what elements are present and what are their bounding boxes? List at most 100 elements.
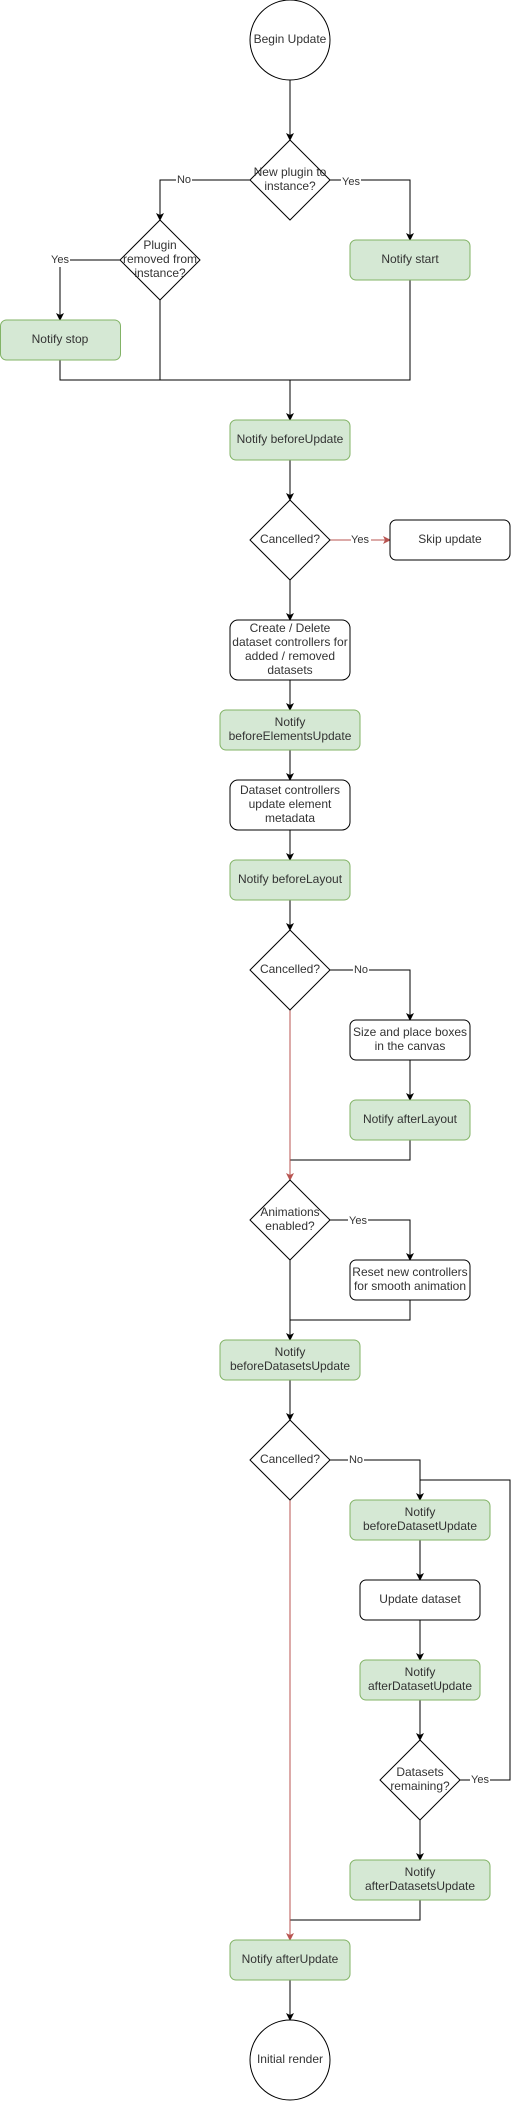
svg-text:Notify start: Notify start: [381, 252, 439, 266]
node-label-line: Notify afterLayout: [363, 1112, 458, 1126]
node-label-line: removed from: [123, 252, 197, 266]
node-size-place-boxes[interactable]: Size and place boxes in the canvas: [349, 1019, 471, 1061]
svg-text:Reset new controllersfor smoot: Reset new controllers for smooth animatio…: [352, 1265, 467, 1293]
node-label-line: Initial render: [257, 2052, 323, 2066]
edge-after-layout-merge: [290, 1140, 411, 1161]
node-label-line: datasets: [267, 663, 312, 677]
node-label-line: Dataset controllers: [240, 783, 340, 797]
node-notify-start[interactable]: Notify start: [349, 239, 471, 281]
node-label-line: Notify start: [381, 252, 439, 266]
node-label-line: remaining?: [390, 1779, 450, 1793]
svg-text:Notify stop: Notify stop: [32, 332, 89, 346]
node-label-line: Notify beforeUpdate: [237, 432, 344, 446]
node-dataset-controllers-update[interactable]: Dataset controllers update element metadat…: [229, 779, 351, 831]
node-notify-before-update[interactable]: Notify beforeUpdate: [229, 419, 351, 461]
node-label-line: Notify: [405, 1505, 436, 1519]
node-label-line: Notify stop: [32, 332, 89, 346]
node-label-line: beforeDatasetsUpdate: [230, 1359, 350, 1373]
node-label-line: enabled?: [265, 1219, 315, 1233]
decision-datasets-remaining[interactable]: Datasets remaining?: [379, 1739, 461, 1821]
nodes: Begin Update New plugin to instance? Plug…: [0, 0, 511, 2101]
node-notify-before-dataset-update[interactable]: Notify beforeDatasetUpdate: [349, 1499, 491, 1541]
node-label-line: Notify afterUpdate: [242, 1952, 339, 1966]
decision-cancelled-3[interactable]: Cancelled?: [249, 1419, 331, 1501]
edge-new-plugin-no: [156, 179, 250, 221]
edge-animations-yes: [330, 1219, 414, 1261]
svg-text:Initial render: Initial render: [257, 2052, 323, 2066]
edge-reset-merge: [290, 1300, 411, 1321]
node-label-line: Notify: [275, 1345, 306, 1359]
svg-text:Update dataset: Update dataset: [379, 1592, 461, 1606]
node-label-line: in the canvas: [375, 1039, 446, 1053]
edge-label-new-plugin-yes: Yes: [342, 176, 360, 188]
node-initial-render[interactable]: Initial render: [249, 2019, 331, 2101]
node-label-line: Cancelled?: [260, 532, 320, 546]
node-create-delete-controllers[interactable]: Create / Delete dataset controllers for ad…: [229, 619, 351, 681]
decision-cancelled-2[interactable]: Cancelled?: [249, 929, 331, 1011]
node-label-line: Notify: [275, 715, 306, 729]
node-notify-before-elements-update[interactable]: Notify beforeElementsUpdate: [219, 709, 361, 751]
node-label-line: Animations: [260, 1205, 319, 1219]
node-notify-after-datasets-update[interactable]: Notify afterDatasetsUpdate: [349, 1859, 491, 1901]
node-label-line: Notify: [405, 1865, 436, 1879]
node-notify-before-datasets-update[interactable]: Notify beforeDatasetsUpdate: [219, 1339, 361, 1381]
edge-label-cancelled-2-no: No: [354, 964, 368, 976]
node-label-line: Notify beforeLayout: [238, 872, 343, 886]
node-label-line: metadata: [265, 811, 315, 825]
svg-text:Cancelled?: Cancelled?: [260, 532, 320, 546]
edge-label-plugin-removed-yes: Yes: [51, 254, 69, 266]
decision-cancelled-1[interactable]: Cancelled?: [249, 499, 331, 581]
node-label-line: New plugin to: [254, 165, 327, 179]
node-notify-after-update[interactable]: Notify afterUpdate: [229, 1939, 351, 1981]
node-notify-stop[interactable]: Notify stop: [0, 319, 121, 361]
node-label-line: update element: [249, 797, 332, 811]
flowchart: No Yes Yes Yes No Yes No Yes Begin Updat…: [0, 0, 511, 2101]
decision-plugin-removed[interactable]: Plugin removed from instance?: [119, 219, 201, 301]
node-label-line: Datasets: [396, 1765, 443, 1779]
node-label-line: afterDatasetUpdate: [368, 1679, 472, 1693]
node-skip-update[interactable]: Skip update: [389, 519, 511, 561]
svg-text:Begin Update: Begin Update: [254, 32, 327, 46]
svg-text:Notify afterUpdate: Notify afterUpdate: [242, 1952, 339, 1966]
node-label-line: beforeElementsUpdate: [229, 729, 352, 743]
node-notify-after-layout[interactable]: Notify afterLayout: [349, 1099, 471, 1141]
node-label-line: Begin Update: [254, 32, 327, 46]
edge-label-cancelled-3-no: No: [349, 1454, 363, 1466]
svg-text:Notify beforeLayout: Notify beforeLayout: [238, 872, 343, 886]
node-label-line: afterDatasetsUpdate: [365, 1879, 475, 1893]
node-label-line: for smooth animation: [354, 1279, 466, 1293]
node-label-line: instance?: [264, 179, 316, 193]
decision-new-plugin[interactable]: New plugin to instance?: [249, 139, 331, 221]
edge-label-cancelled-1-yes: Yes: [351, 534, 369, 546]
node-label-line: Cancelled?: [260, 1452, 320, 1466]
edge-cancelled-3-no: [330, 1459, 424, 1501]
svg-text:Animationsenabled?: Animations enabled?: [260, 1205, 319, 1233]
node-label-line: dataset controllers for: [232, 635, 347, 649]
svg-text:Cancelled?: Cancelled?: [260, 1452, 320, 1466]
node-label-line: Notify: [405, 1665, 436, 1679]
node-begin-update[interactable]: Begin Update: [249, 0, 331, 81]
node-update-dataset[interactable]: Update dataset: [359, 1579, 481, 1621]
node-notify-before-layout[interactable]: Notify beforeLayout: [229, 859, 351, 901]
node-label-line: Skip update: [418, 532, 482, 546]
node-label-line: Reset new controllers: [352, 1265, 467, 1279]
svg-text:Datasetsremaining?: Datasets remaining?: [390, 1765, 450, 1793]
node-reset-controllers[interactable]: Reset new controllers for smooth animatio…: [349, 1259, 471, 1301]
node-label-line: Size and place boxes: [353, 1025, 467, 1039]
edge-label-animations-yes: Yes: [349, 1215, 367, 1227]
node-label-line: Cancelled?: [260, 962, 320, 976]
node-label-line: Plugin: [143, 238, 176, 252]
node-label-line: instance?: [134, 266, 186, 280]
node-label-line: added / removed: [245, 649, 335, 663]
node-label-line: Create / Delete: [250, 621, 331, 635]
svg-text:Notify afterLayout: Notify afterLayout: [363, 1112, 458, 1126]
decision-animations-enabled[interactable]: Animations enabled?: [249, 1179, 331, 1261]
node-label-line: Update dataset: [379, 1592, 461, 1606]
edge-after-datasets-merge: [290, 1900, 421, 1921]
edge-plugin-removed-yes: [56, 259, 120, 321]
svg-text:Skip update: Skip update: [418, 532, 482, 546]
node-notify-after-dataset-update[interactable]: Notify afterDatasetUpdate: [359, 1659, 481, 1701]
svg-text:Cancelled?: Cancelled?: [260, 962, 320, 976]
edge-cancelled-2-no: [330, 969, 414, 1021]
svg-text:Notify beforeUpdate: Notify beforeUpdate: [237, 432, 344, 446]
